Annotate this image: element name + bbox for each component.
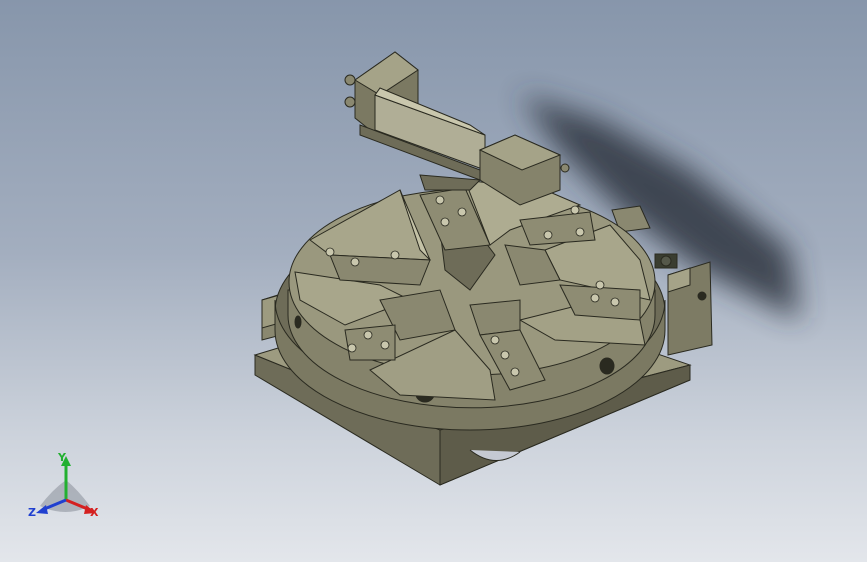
cad-model-render[interactable] <box>0 0 867 562</box>
hydraulic-cylinder[interactable] <box>344 51 570 206</box>
y-axis-label: Y <box>57 451 67 464</box>
side-fitting <box>654 253 678 269</box>
z-axis-label: Z <box>28 506 36 519</box>
x-axis-label: X <box>90 506 99 519</box>
view-orientation-triad[interactable]: Y X Z <box>26 450 106 524</box>
graphics-viewport[interactable]: Y X Z <box>0 0 867 562</box>
